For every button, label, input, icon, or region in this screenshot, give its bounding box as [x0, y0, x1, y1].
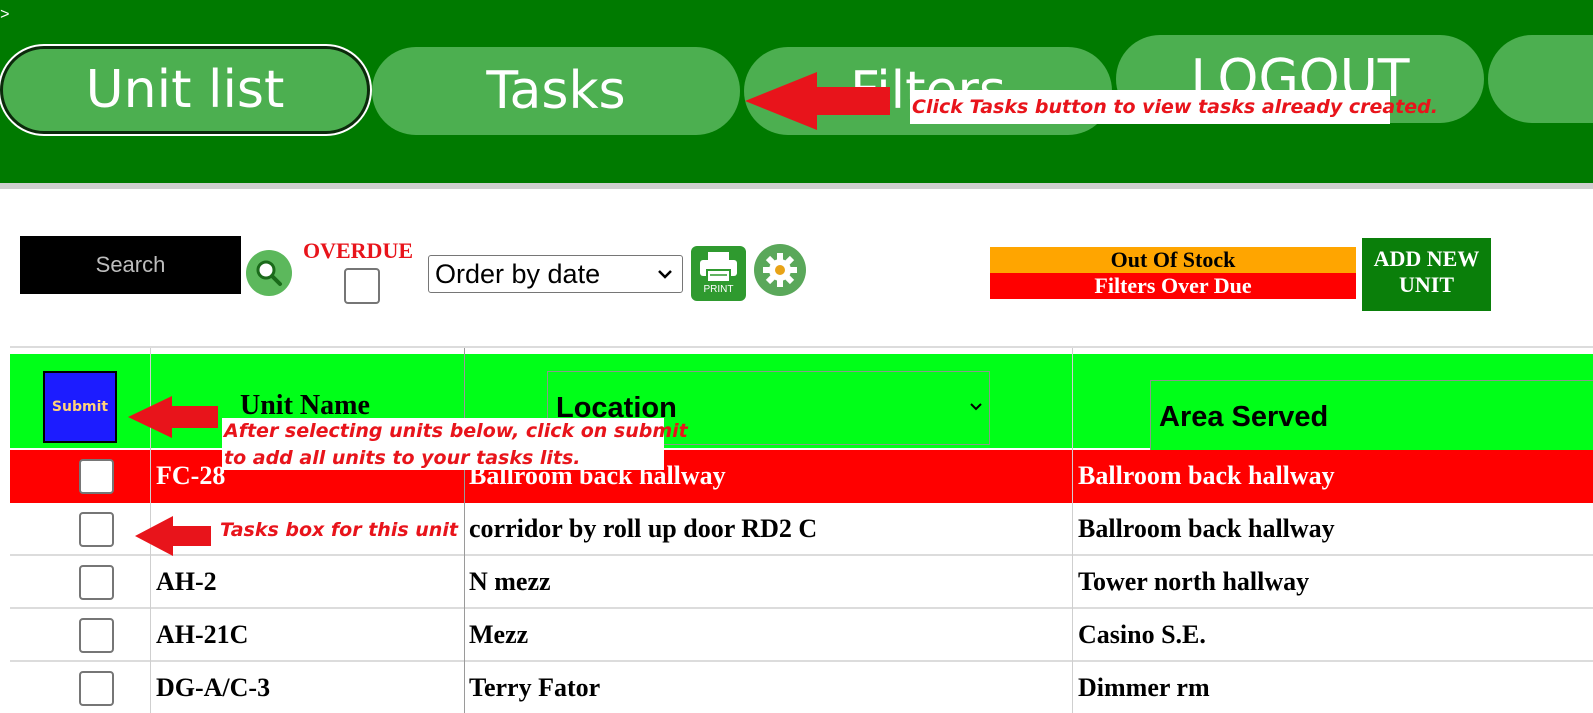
chevron-down-icon: [658, 270, 672, 279]
cell-area-served: Tower north hallway: [1078, 567, 1310, 596]
legend-filters-over-due: Filters Over Due: [990, 273, 1356, 299]
cell-unit-name: AH-21C: [156, 620, 249, 649]
cell-unit-name: AH-2: [156, 567, 217, 596]
tab-tasks-label: Tasks: [486, 61, 626, 121]
search-button[interactable]: [246, 250, 292, 296]
tab-tasks[interactable]: Tasks: [372, 47, 740, 135]
annotation-arrow-icon: [128, 396, 218, 438]
annotation-arrow-icon: [135, 516, 211, 556]
cell-unit-name: DG-A/C-3: [156, 673, 271, 702]
row-task-checkbox[interactable]: [79, 565, 114, 600]
submit-button[interactable]: Submit: [43, 371, 117, 443]
tab-unit-list-label: Unit list: [85, 60, 285, 120]
row-task-checkbox[interactable]: [79, 459, 114, 494]
add-new-unit-button[interactable]: ADD NEW UNIT: [1362, 238, 1491, 311]
row-task-checkbox[interactable]: [79, 618, 114, 653]
print-button[interactable]: PRINT: [691, 246, 746, 301]
table-row[interactable]: DG-A/C-3 Terry Fator Dimmer rm: [10, 662, 1593, 713]
order-select-value: Order by date: [435, 258, 601, 289]
submit-callout-line1: After selecting units below, click on su…: [224, 420, 688, 442]
table-row[interactable]: AH-21C Mezz Casino S.E.: [10, 609, 1593, 662]
add-new-unit-line2: UNIT: [1398, 272, 1454, 297]
search-icon: [256, 260, 282, 286]
gear-icon: [763, 253, 797, 287]
tab-more[interactable]: [1488, 35, 1593, 123]
table-row[interactable]: AH-2 N mezz Tower north hallway: [10, 556, 1593, 609]
cell-location: Terry Fator: [469, 673, 601, 702]
row-task-checkbox[interactable]: [79, 512, 114, 547]
cell-location: corridor by roll up door RD2 C: [469, 514, 818, 543]
cell-area-served: Casino S.E.: [1078, 620, 1206, 649]
tasks-box-callout: Tasks box for this unit: [220, 519, 458, 541]
cell-location: N mezz: [469, 567, 551, 596]
column-divider: [464, 348, 465, 713]
nav-divider: [0, 183, 1593, 189]
caret-text: >: [0, 6, 10, 24]
tab-unit-list[interactable]: Unit list: [0, 46, 370, 134]
printer-icon: [700, 252, 737, 283]
cell-area-served: Dimmer rm: [1078, 673, 1210, 702]
chevron-down-icon: [970, 403, 982, 411]
overdue-label: OVERDUE: [303, 238, 414, 263]
column-divider: [1072, 348, 1073, 713]
annotation-arrow-icon: [745, 72, 890, 130]
cell-area-served: Ballroom back hallway: [1078, 514, 1335, 543]
area-served-filter-select[interactable]: Area Served: [1150, 380, 1593, 454]
submit-callout-line2: to add all units to your tasks lits.: [224, 447, 581, 469]
cell-unit-name: FC-28: [156, 461, 226, 490]
tasks-callout: Click Tasks button to view tasks already…: [910, 90, 1438, 124]
row-task-checkbox[interactable]: [79, 671, 114, 706]
print-label: PRINT: [703, 284, 734, 295]
settings-button[interactable]: [754, 244, 806, 296]
submit-callout: After selecting units below, click on su…: [222, 418, 688, 470]
search-input[interactable]: [20, 236, 241, 294]
legend-out-of-stock: Out Of Stock: [990, 247, 1356, 273]
area-served-filter-label: Area Served: [1159, 400, 1329, 433]
order-select[interactable]: Order by date: [428, 255, 683, 293]
overdue-checkbox[interactable]: [344, 268, 380, 304]
add-new-unit-line1: ADD NEW: [1373, 246, 1480, 271]
cell-area-served: Ballroom back hallway: [1078, 461, 1335, 490]
cell-location: Mezz: [469, 620, 529, 649]
